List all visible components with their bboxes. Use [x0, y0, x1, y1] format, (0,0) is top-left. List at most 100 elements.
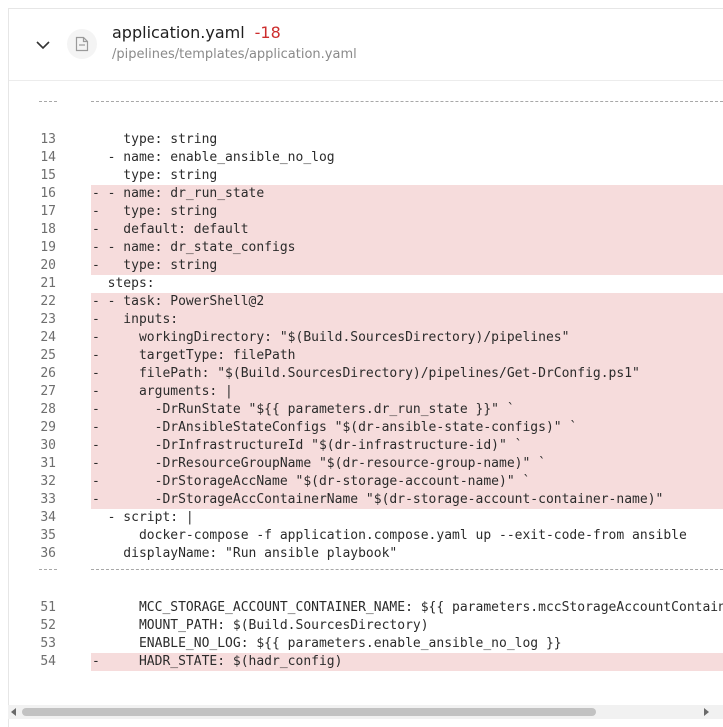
diff-line-removed: 22 - - task: PowerShell@2 [9, 293, 723, 311]
separator-line [91, 569, 723, 570]
line-code: - -DrInfrastructureId "$(dr-infrastructu… [91, 437, 723, 455]
line-number: 30 [40, 438, 56, 453]
diff-line-removed: 20 - type: string [9, 257, 723, 275]
line-number: 22 [40, 294, 56, 309]
line-code: - HADR_STATE: $(hadr_config) [91, 653, 723, 671]
line-number: 23 [40, 312, 56, 327]
diff-line: 34 - script: | [9, 509, 723, 527]
line-number: 19 [40, 240, 56, 255]
line-code: - -DrAnsibleStateConfigs "$(dr-ansible-s… [91, 419, 723, 437]
line-number: 32 [40, 474, 56, 489]
line-number: 53 [40, 636, 56, 651]
diff-line [9, 671, 723, 689]
line-number: 25 [40, 348, 56, 363]
separator-dots [39, 101, 57, 102]
line-code: - - name: dr_state_configs [91, 239, 723, 257]
diff-line: 51 MCC_STORAGE_ACCOUNT_CONTAINER_NAME: $… [9, 599, 723, 617]
line-number: 24 [40, 330, 56, 345]
diff-line-removed: 16 - - name: dr_run_state [9, 185, 723, 203]
line-number: 17 [40, 204, 56, 219]
line-number: 16 [40, 186, 56, 201]
diff-line: 53 ENABLE_NO_LOG: ${{ parameters.enable_… [9, 635, 723, 653]
hunk-separator[interactable] [9, 95, 723, 113]
separator-line [91, 101, 723, 102]
line-number: 28 [40, 402, 56, 417]
line-code: - -DrStorageAccName "$(dr-storage-accoun… [91, 473, 723, 491]
line-code: steps: [92, 276, 155, 291]
line-number: 51 [40, 600, 56, 615]
line-code: - script: | [92, 510, 194, 525]
diff-line-removed: 29 - -DrAnsibleStateConfigs "$(dr-ansible… [9, 419, 723, 437]
line-code: - -DrResourceGroupName "$(dr-resource-gr… [91, 455, 723, 473]
diff-line-removed: 32 - -DrStorageAccName "$(dr-storage-acco… [9, 473, 723, 491]
diff-line-removed: 54 - HADR_STATE: $(hadr_config) [9, 653, 723, 671]
line-code: - targetType: filePath [91, 347, 723, 365]
line-number: 20 [40, 258, 56, 273]
diff-line-removed: 33 - -DrStorageAccContainerName "$(dr-sto… [9, 491, 723, 509]
diff-line: 14 - name: enable_ansible_no_log [9, 149, 723, 167]
line-code: - -DrRunState "${{ parameters.dr_run_sta… [91, 401, 723, 419]
separator-dots [39, 569, 57, 570]
line-number: 54 [40, 654, 56, 669]
diff-line: 15 type: string [9, 167, 723, 185]
diff-line-removed: 30 - -DrInfrastructureId "$(dr-infrastruc… [9, 437, 723, 455]
diff-line: 21 steps: [9, 275, 723, 293]
line-code: - inputs: [91, 311, 723, 329]
line-number: 36 [40, 546, 56, 561]
deletion-count: -18 [254, 23, 281, 42]
diff-line-removed: 24 - workingDirectory: "$(Build.SourcesDi… [9, 329, 723, 347]
file-title-row: application.yaml -18 [112, 23, 281, 42]
line-code: - workingDirectory: "$(Build.SourcesDire… [91, 329, 723, 347]
diff-code-area[interactable]: 13 type: string 14 - name: enable_ansible… [9, 81, 723, 705]
scroll-right-icon[interactable] [704, 708, 709, 716]
diff-line-removed: 25 - targetType: filePath [9, 347, 723, 365]
file-path: /pipelines/templates/application.yaml [112, 47, 357, 62]
line-code: - type: string [91, 257, 723, 275]
line-number: 34 [40, 510, 56, 525]
scrollbar-thumb[interactable] [22, 708, 596, 716]
file-icon [67, 29, 97, 59]
file-name[interactable]: application.yaml [112, 23, 245, 42]
line-number: 33 [40, 492, 56, 507]
diff-line-removed: 31 - -DrResourceGroupName "$(dr-resource-… [9, 455, 723, 473]
line-code: MOUNT_PATH: $(Build.SourcesDirectory) [92, 618, 429, 633]
line-code: - - task: PowerShell@2 [91, 293, 723, 311]
line-number: 15 [40, 168, 56, 183]
line-code: - default: default [91, 221, 723, 239]
diff-line-removed: 17 - type: string [9, 203, 723, 221]
file-header: application.yaml -18 /pipelines/templates… [9, 9, 723, 81]
line-code: docker-compose -f application.compose.ya… [92, 528, 687, 543]
hunk-separator[interactable] [9, 563, 723, 581]
horizontal-scrollbar[interactable] [8, 705, 723, 719]
line-number: 27 [40, 384, 56, 399]
line-code: - -DrStorageAccContainerName "$(dr-stora… [91, 491, 723, 509]
line-code: - - name: dr_run_state [91, 185, 723, 203]
diff-line-removed: 26 - filePath: "$(Build.SourcesDirectory)… [9, 365, 723, 383]
line-number: 21 [40, 276, 56, 291]
line-code: - name: enable_ansible_no_log [92, 150, 335, 165]
line-number: 18 [40, 222, 56, 237]
line-number: 26 [40, 366, 56, 381]
line-number: 13 [40, 132, 56, 147]
line-code: ENABLE_NO_LOG: ${{ parameters.enable_ans… [92, 636, 562, 651]
line-code: MCC_STORAGE_ACCOUNT_CONTAINER_NAME: ${{ … [92, 600, 723, 615]
diff-line-removed: 18 - default: default [9, 221, 723, 239]
line-number: 31 [40, 456, 56, 471]
line-code: - type: string [91, 203, 723, 221]
line-code: type: string [92, 168, 218, 183]
diff-line-removed: 27 - arguments: | [9, 383, 723, 401]
scroll-left-icon[interactable] [11, 708, 16, 716]
diff-line-removed: 28 - -DrRunState "${{ parameters.dr_run_s… [9, 401, 723, 419]
diff-line: 35 docker-compose -f application.compose… [9, 527, 723, 545]
line-number: 35 [40, 528, 56, 543]
line-code: displayName: "Run ansible playbook" [92, 546, 398, 561]
chevron-down-icon[interactable] [35, 37, 51, 53]
diff-line: 36 displayName: "Run ansible playbook" [9, 545, 723, 563]
diff-file-panel: application.yaml -18 /pipelines/templates… [8, 8, 723, 727]
line-number: 14 [40, 150, 56, 165]
diff-line: 52 MOUNT_PATH: $(Build.SourcesDirectory) [9, 617, 723, 635]
line-number: 52 [40, 618, 56, 633]
diff-line-removed: 19 - - name: dr_state_configs [9, 239, 723, 257]
line-code: - filePath: "$(Build.SourcesDirectory)/p… [91, 365, 723, 383]
diff-line-removed: 23 - inputs: [9, 311, 723, 329]
